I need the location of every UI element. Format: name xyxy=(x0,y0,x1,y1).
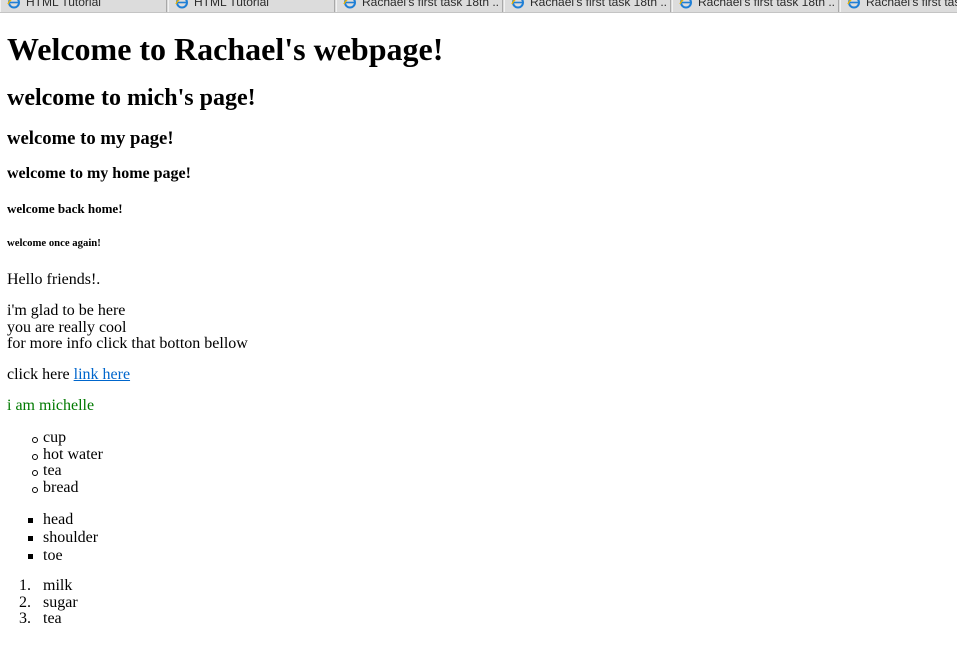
list-item: shoulder xyxy=(7,529,98,547)
list-item: cup xyxy=(7,429,103,447)
browser-tab-strip: HTML Tutorial HTML Tutorial Rachael's fi… xyxy=(0,0,957,13)
list-item: head xyxy=(7,511,98,529)
heading-6: welcome once again! xyxy=(7,237,101,249)
link-paragraph: click here link here xyxy=(7,366,130,384)
list-item-text: tea xyxy=(43,610,62,627)
browser-tab-label: HTML Tutorial xyxy=(26,0,101,9)
intro-line-3: for more info click that botton bellow xyxy=(7,335,248,352)
browser-tab-5[interactable]: Rachael's first task 18th ... xyxy=(672,0,839,12)
list-item-text: tea xyxy=(43,462,62,479)
ie-browser-icon xyxy=(175,0,188,9)
browser-tab-label: Rachael's first tas xyxy=(866,0,957,9)
list-item-text: toe xyxy=(43,547,63,564)
heading-5: welcome back home! xyxy=(7,201,123,216)
heading-1: Welcome to Rachael's webpage! xyxy=(7,31,444,67)
click-here-text: click here xyxy=(7,366,74,383)
link-here[interactable]: link here xyxy=(74,366,130,383)
list-item-text: shoulder xyxy=(43,529,99,546)
list-item: toe xyxy=(7,547,98,565)
ie-browser-icon xyxy=(343,0,356,9)
michelle-text: i am michelle xyxy=(7,397,95,414)
list-item: 1. milk xyxy=(7,577,78,595)
browser-tab-3[interactable]: Rachael's first task 18th ... xyxy=(336,0,503,12)
circle-bullet-icon xyxy=(32,486,38,493)
ie-browser-icon xyxy=(847,0,860,9)
list-item: hot water xyxy=(7,445,103,464)
heading-2: welcome to mich's page! xyxy=(7,85,256,111)
list-item-text: sugar xyxy=(43,593,78,611)
circle-bullet-icon xyxy=(32,437,38,443)
list-item: bread xyxy=(7,478,103,497)
square-bullet-icon xyxy=(28,518,33,523)
circle-list: cup hot water tea bread xyxy=(7,429,103,497)
heading-3: welcome to my page! xyxy=(7,128,174,149)
list-item: 3. tea xyxy=(7,610,78,628)
square-bullet-icon xyxy=(28,536,33,541)
browser-tab-label: Rachael's first task 18th ... xyxy=(362,0,499,9)
list-item-text: hot water xyxy=(43,445,103,463)
list-number: 1. xyxy=(19,577,31,594)
list-number: 2. xyxy=(19,593,31,611)
list-item-text: bread xyxy=(43,478,79,496)
browser-tab-label: HTML Tutorial xyxy=(194,0,269,9)
ordered-list: 1. milk 2. sugar 3. tea xyxy=(7,577,78,628)
browser-tab-6[interactable]: Rachael's first tas xyxy=(840,0,957,12)
square-list: head shoulder toe xyxy=(7,511,98,565)
list-item-text: head xyxy=(43,511,74,528)
ie-browser-icon xyxy=(679,0,692,9)
circle-bullet-icon xyxy=(32,453,38,460)
list-item-text: cup xyxy=(43,429,67,446)
intro-line-2: you are really cool xyxy=(7,318,127,336)
hello-paragraph: Hello friends!. xyxy=(7,271,101,288)
intro-line-1: i'm glad to be here xyxy=(7,302,126,319)
circle-bullet-icon xyxy=(32,470,38,476)
browser-tab-label: Rachael's first task 18th ... xyxy=(698,0,835,9)
browser-tab-2[interactable]: HTML Tutorial xyxy=(168,0,335,12)
list-item: tea xyxy=(7,462,103,480)
intro-paragraph: i'm glad to be here you are really cool … xyxy=(7,302,248,353)
list-item-text: milk xyxy=(43,577,73,594)
list-number: 3. xyxy=(19,610,31,627)
ie-browser-icon xyxy=(7,0,20,9)
list-item: 2. sugar xyxy=(7,593,78,612)
browser-tab-1[interactable]: HTML Tutorial xyxy=(0,0,167,12)
browser-tab-4[interactable]: Rachael's first task 18th ... xyxy=(504,0,671,12)
square-bullet-icon xyxy=(28,554,33,559)
browser-tab-label: Rachael's first task 18th ... xyxy=(530,0,667,9)
ie-browser-icon xyxy=(511,0,524,9)
heading-4: welcome to my home page! xyxy=(7,165,191,182)
